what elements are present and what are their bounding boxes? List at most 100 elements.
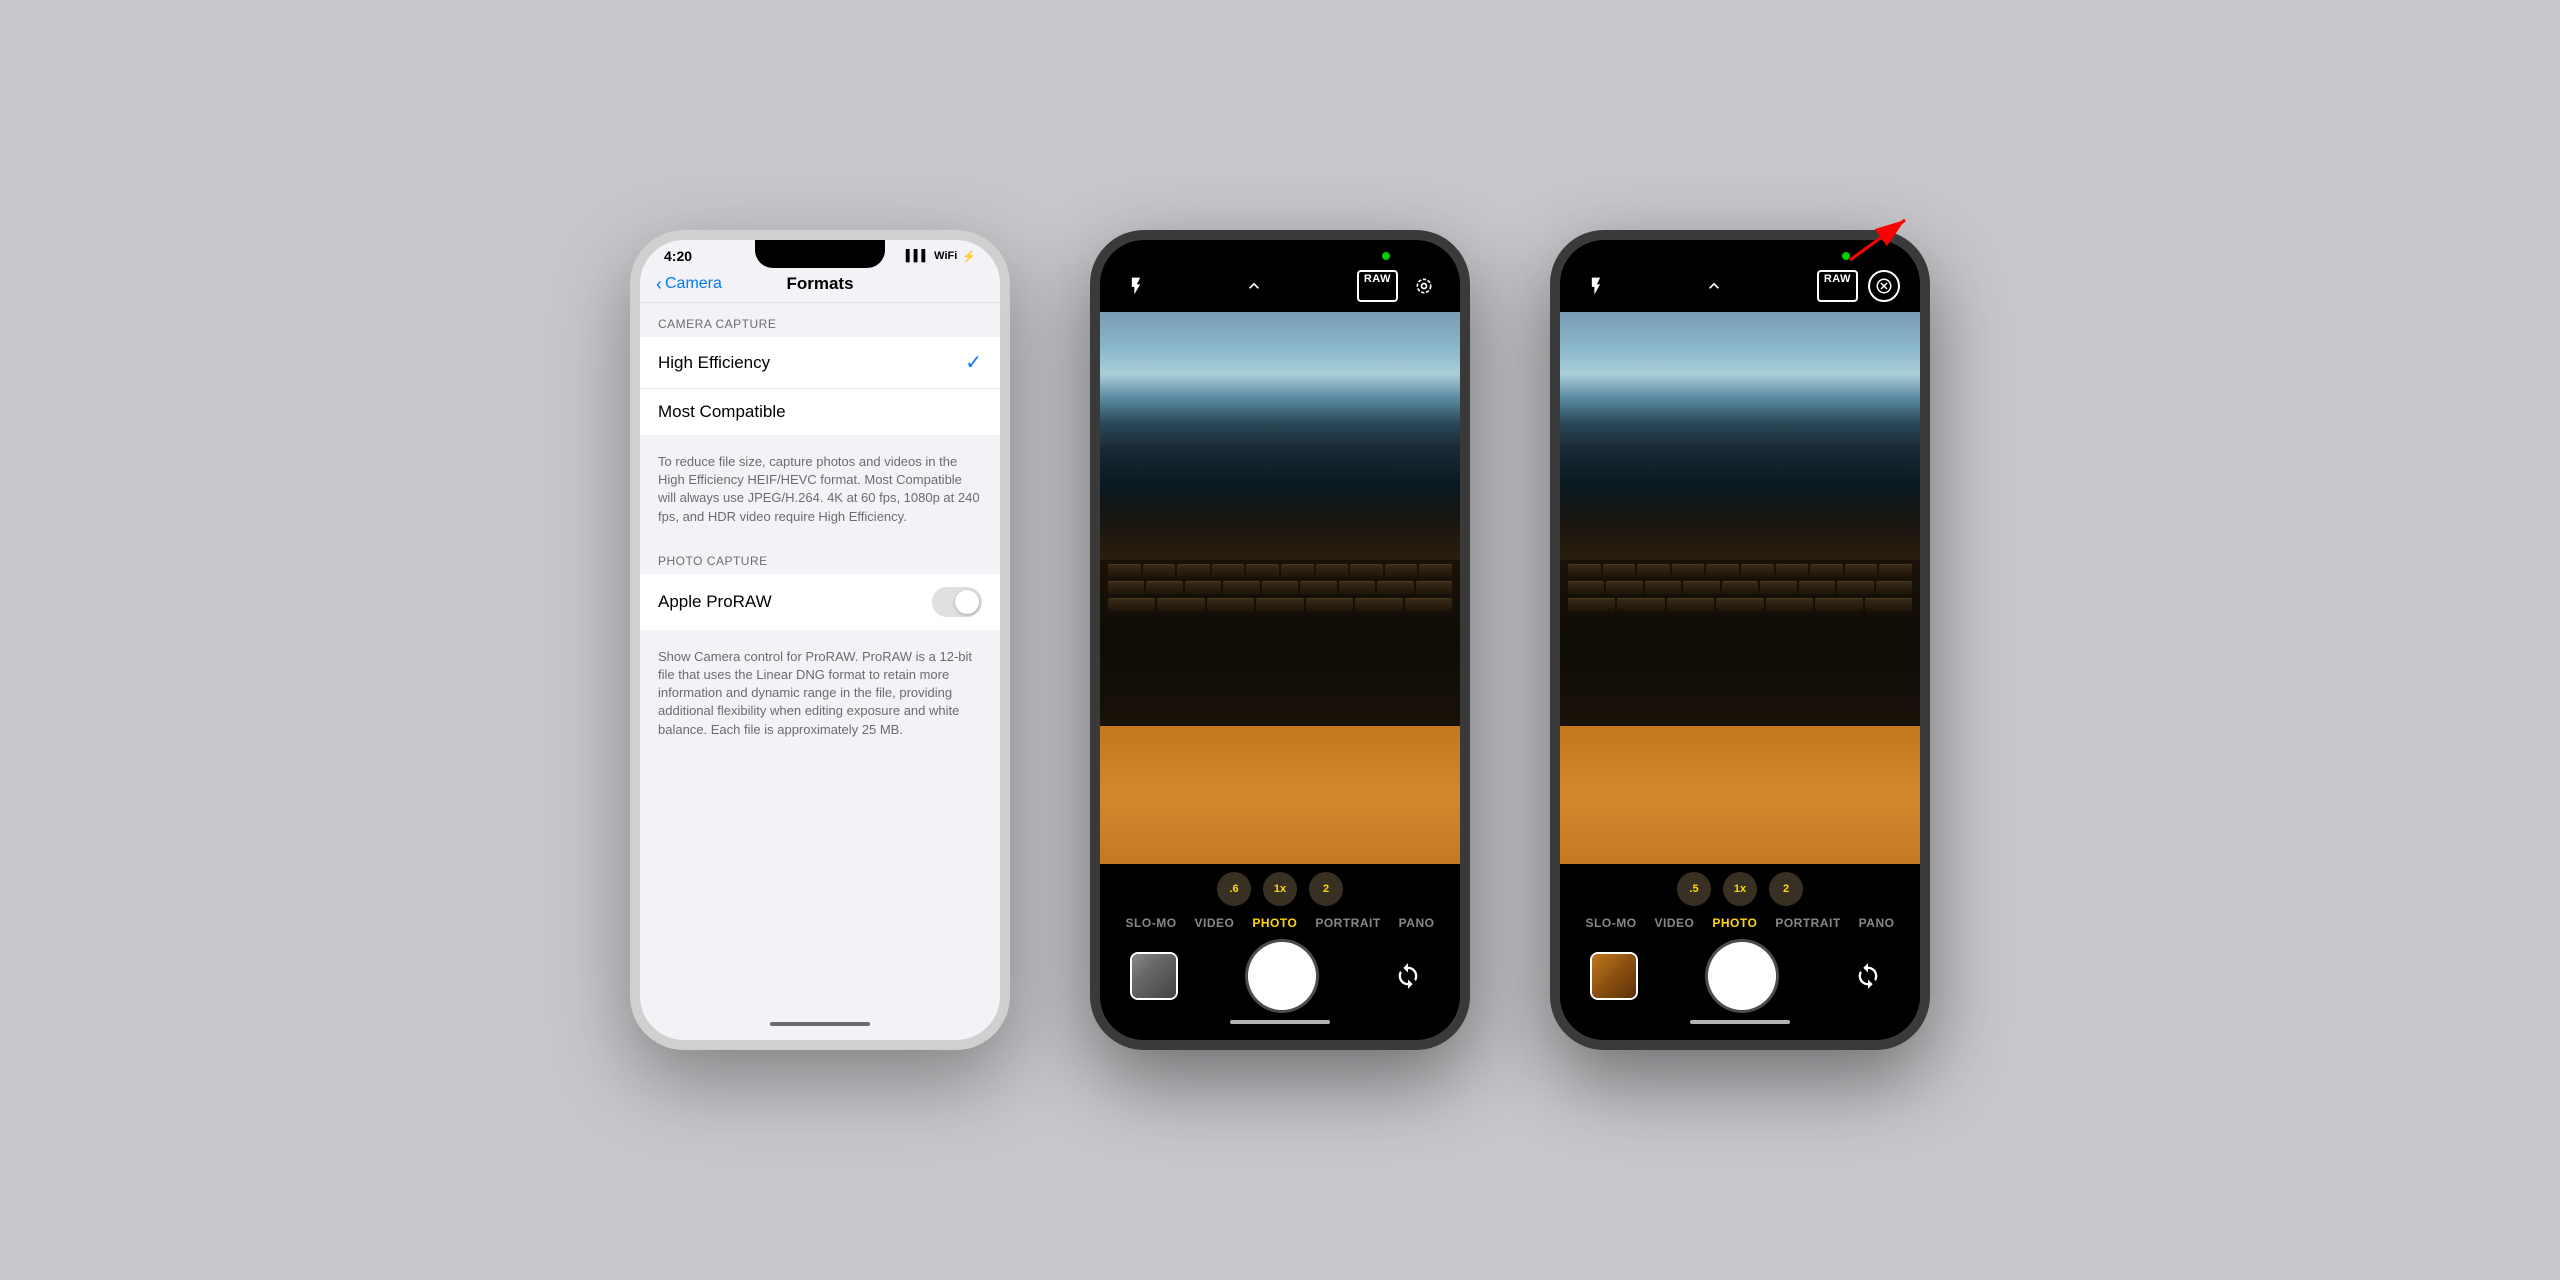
live-photo-button[interactable] [1408, 270, 1440, 302]
keyboard-row-2-3 [1568, 598, 1912, 612]
key [1672, 564, 1705, 578]
status-time: 4:20 [664, 248, 692, 264]
notch [1215, 240, 1345, 268]
key [1108, 581, 1144, 595]
key [1722, 581, 1758, 595]
viewfinder-content-2 [1560, 312, 1920, 864]
chevron-up-button-2[interactable] [1698, 270, 1730, 302]
zoom-wide-button[interactable]: .6 [1217, 872, 1251, 906]
shutter-controls-2 [1560, 938, 1920, 1014]
nav-back-label: Camera [665, 275, 722, 293]
key [1419, 564, 1452, 578]
key [1760, 581, 1796, 595]
proraw-toggle[interactable] [932, 587, 982, 617]
back-chevron-icon: ‹ [656, 274, 662, 295]
camera-viewfinder [1100, 312, 1460, 864]
camera-screen-2: RAW [1560, 240, 1920, 1040]
live-dot [1382, 252, 1390, 260]
home-indicator-2 [1690, 1020, 1790, 1024]
key [1645, 581, 1681, 595]
mode-video[interactable]: VIDEO [1195, 916, 1235, 930]
mode-photo[interactable]: PHOTO [1252, 916, 1297, 930]
mode-slo-mo[interactable]: SLO-MO [1126, 916, 1177, 930]
key [1385, 564, 1418, 578]
apple-proraw-row[interactable]: Apple ProRAW [640, 574, 1000, 630]
flash-button-2[interactable] [1580, 270, 1612, 302]
mode-photo-2[interactable]: PHOTO [1712, 916, 1757, 930]
zoom-tele-button[interactable]: 2 [1309, 872, 1343, 906]
photo-thumbnail[interactable] [1130, 952, 1178, 1000]
key [1416, 581, 1452, 595]
trackpad-area-2 [1560, 726, 1920, 864]
shutter-controls [1100, 938, 1460, 1014]
key [1143, 564, 1176, 578]
most-compatible-row[interactable]: Most Compatible [640, 389, 1000, 435]
mode-selector-2: SLO-MO VIDEO PHOTO PORTRAIT PANO [1560, 916, 1920, 938]
toggle-knob [955, 590, 979, 614]
keyboard-area [1100, 560, 1460, 726]
key [1223, 581, 1259, 595]
key [1741, 564, 1774, 578]
key [1837, 581, 1873, 595]
keyboard-row-2 [1108, 581, 1452, 595]
key [1568, 581, 1604, 595]
key [1606, 581, 1642, 595]
mode-slo-mo-2[interactable]: SLO-MO [1586, 916, 1637, 930]
mode-portrait[interactable]: PORTRAIT [1315, 916, 1380, 930]
mode-video-2[interactable]: VIDEO [1655, 916, 1695, 930]
key [1316, 564, 1349, 578]
keyboard-row-3 [1108, 598, 1452, 612]
key [1667, 598, 1714, 612]
camera-bottom-controls-2: .5 1x 2 SLO-MO VIDEO PHOTO PORTRAIT PANO [1560, 864, 1920, 1040]
apple-proraw-label: Apple ProRAW [658, 592, 772, 612]
key [1617, 598, 1664, 612]
mode-pano[interactable]: PANO [1399, 916, 1435, 930]
zoom-1x-button[interactable]: 1x [1263, 872, 1297, 906]
mode-portrait-2[interactable]: PORTRAIT [1775, 916, 1840, 930]
photo-capture-header: PHOTO CAPTURE [640, 540, 1000, 574]
screen-reflection-2 [1560, 312, 1920, 560]
checkmark-icon: ✓ [965, 350, 982, 375]
zoom-wide-button-2[interactable]: .5 [1677, 872, 1711, 906]
iphone-camera1-phone: RAW [1090, 230, 1470, 1050]
home-indicator [770, 1022, 870, 1026]
trackpad-area [1100, 726, 1460, 864]
keyboard-rows [1108, 564, 1452, 612]
key [1108, 598, 1155, 612]
mode-selector: SLO-MO VIDEO PHOTO PORTRAIT PANO [1100, 916, 1460, 938]
shutter-button[interactable] [1248, 942, 1316, 1010]
key [1157, 598, 1204, 612]
nav-back-button[interactable]: ‹ Camera [656, 274, 722, 295]
photo-thumbnail-2[interactable] [1590, 952, 1638, 1000]
key [1865, 598, 1912, 612]
settings-screen: 4:20 ▌▌▌ WiFi ⚡ ‹ Camera Formats CAMERA … [640, 240, 1000, 1040]
mode-pano-2[interactable]: PANO [1859, 916, 1895, 930]
key [1146, 581, 1182, 595]
high-efficiency-row[interactable]: High Efficiency ✓ [640, 337, 1000, 389]
raw-badge[interactable]: RAW [1357, 270, 1398, 302]
red-arrow-indicator [1840, 210, 1920, 275]
chevron-up-button[interactable] [1238, 270, 1270, 302]
key [1355, 598, 1402, 612]
screen-reflection [1100, 312, 1460, 560]
most-compatible-label: Most Compatible [658, 402, 786, 422]
iphone-camera2-phone: RAW [1550, 230, 1930, 1050]
shutter-button-2[interactable] [1708, 942, 1776, 1010]
key [1603, 564, 1636, 578]
key [1845, 564, 1878, 578]
key [1246, 564, 1279, 578]
keyboard-area-2 [1560, 560, 1920, 726]
flash-button[interactable] [1120, 270, 1152, 302]
camera-capture-header: CAMERA CAPTURE [640, 303, 1000, 337]
flip-camera-button[interactable] [1386, 954, 1430, 998]
zoom-controls: .6 1x 2 [1100, 872, 1460, 906]
key [1799, 581, 1835, 595]
key [1810, 564, 1843, 578]
signal-icon: ▌▌▌ [906, 250, 929, 262]
zoom-1x-button-2[interactable]: 1x [1723, 872, 1757, 906]
key [1108, 564, 1141, 578]
flip-camera-button-2[interactable] [1846, 954, 1890, 998]
key [1637, 564, 1670, 578]
camera-capture-group: High Efficiency ✓ Most Compatible [640, 337, 1000, 435]
zoom-tele-button-2[interactable]: 2 [1769, 872, 1803, 906]
